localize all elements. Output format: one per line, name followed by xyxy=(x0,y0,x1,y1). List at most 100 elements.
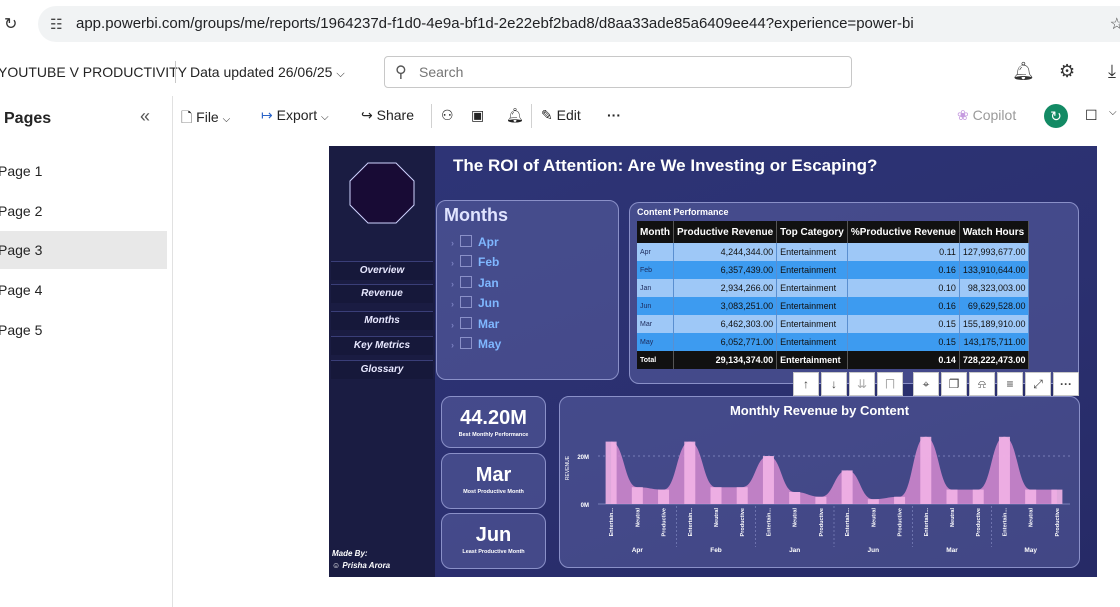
subscribe-bell-icon[interactable]: 🔔︎ xyxy=(506,107,524,124)
monthly-revenue-chart[interactable]: 0M 20M REVENUE Entertain... Neutral Productiv… xyxy=(560,397,1079,567)
nav-glossary-button[interactable]: Glossary xyxy=(331,360,433,379)
table-row[interactable]: Apr 4,244,344.00 Entertainment 0.11 127,993,… xyxy=(637,243,1030,261)
slicer-item-mar[interactable]: › Mar xyxy=(451,317,499,331)
expand-hierarchy-icon[interactable]: ⨅ xyxy=(877,372,903,396)
column-header[interactable]: Top Category xyxy=(776,221,848,243)
column-header[interactable]: Watch Hours xyxy=(959,221,1030,243)
chevron-down-icon[interactable]: ⌵ xyxy=(1109,107,1117,118)
settings-gear-icon[interactable]: ⚙ xyxy=(1059,61,1075,82)
site-info-icon[interactable]: ☷ xyxy=(50,16,63,33)
download-icon[interactable]: ⤓ xyxy=(1108,61,1116,82)
nav-overview-button[interactable]: Overview xyxy=(331,261,433,280)
checkbox[interactable] xyxy=(460,276,472,288)
teams-chat-icon[interactable]: ▣ xyxy=(471,107,484,124)
slicer-item-may[interactable]: › May xyxy=(451,337,501,351)
page-item-1[interactable]: Page 1 xyxy=(0,152,167,190)
bookmark-star-icon[interactable]: ☆ xyxy=(1110,14,1120,34)
page-item-5[interactable]: Page 5 xyxy=(0,311,167,349)
more-options-icon[interactable]: ··· xyxy=(607,107,621,123)
page-item-4[interactable]: Page 4 xyxy=(0,271,167,309)
search-input[interactable] xyxy=(417,61,841,83)
revenue-bar[interactable] xyxy=(972,489,984,504)
binoculars-icon[interactable]: ⚇ xyxy=(441,107,454,124)
table-row[interactable]: May 6,052,771.00 Entertainment 0.15 143,175,… xyxy=(637,333,1030,351)
table-cell: Mar xyxy=(637,315,674,333)
column-header[interactable]: Month xyxy=(637,221,674,243)
table-cell: 0.10 xyxy=(847,279,960,297)
revenue-area[interactable] xyxy=(611,436,1057,504)
file-menu[interactable]: 🗋︎ File ⌵ xyxy=(181,107,230,131)
revenue-bar[interactable] xyxy=(684,441,696,504)
made-by-label: Made By: xyxy=(332,549,368,558)
checkbox[interactable] xyxy=(460,296,472,308)
revenue-bar[interactable] xyxy=(920,436,932,504)
checkbox[interactable] xyxy=(460,317,472,329)
slicer-item-jun[interactable]: › Jun xyxy=(451,296,499,310)
x-month-label: Jan xyxy=(789,547,800,554)
table-row[interactable]: Jan 2,934,266.00 Entertainment 0.10 98,323,0… xyxy=(637,279,1030,297)
months-slicer: Months › Apr › Feb › Jan › Jun › Mar › May xyxy=(436,200,619,380)
column-header[interactable]: Productive Revenue xyxy=(673,221,778,243)
pin-icon[interactable]: ⌖ xyxy=(913,372,939,396)
table-cell: Entertainment xyxy=(776,315,848,333)
table-row[interactable]: Feb 6,357,439.00 Entertainment 0.16 133,910,… xyxy=(637,261,1030,279)
revenue-bar[interactable] xyxy=(605,441,617,504)
reset-icon[interactable]: ↻ xyxy=(1044,104,1068,128)
url-text[interactable]: app.powerbi.com/groups/me/reports/196423… xyxy=(76,15,914,32)
revenue-bar[interactable] xyxy=(1025,489,1037,504)
page-item-2[interactable]: Page 2 xyxy=(0,192,167,230)
reload-icon[interactable]: ↻ xyxy=(4,14,17,34)
more-options-icon[interactable]: ··· xyxy=(1053,372,1079,396)
nav-revenue-button[interactable]: Revenue xyxy=(331,284,433,303)
url-field[interactable]: ☷ app.powerbi.com/groups/me/reports/1964… xyxy=(38,6,1120,42)
revenue-bar[interactable] xyxy=(867,499,879,504)
revenue-bar[interactable] xyxy=(658,489,670,504)
export-label: Export xyxy=(276,107,318,123)
next-level-icon[interactable]: ⇊ xyxy=(849,372,875,396)
checkbox[interactable] xyxy=(460,337,472,349)
slicer-item-feb[interactable]: › Feb xyxy=(451,255,499,269)
focus-mode-icon[interactable]: ⤢ xyxy=(1025,372,1051,396)
table-row[interactable]: Jun 3,083,251.00 Entertainment 0.16 69,629,5… xyxy=(637,297,1030,315)
bookmark-icon[interactable]: ☐ xyxy=(1085,107,1098,124)
drill-up-icon[interactable]: ↑ xyxy=(793,372,819,396)
edit-button[interactable]: ✎ Edit xyxy=(541,107,581,124)
checkbox[interactable] xyxy=(460,235,472,247)
copilot-button[interactable]: ❀ Copilot xyxy=(957,107,1016,124)
data-updated-dropdown[interactable]: Data updated 26/06/25 ⌵ xyxy=(190,64,345,81)
share-button[interactable]: ↪ Share xyxy=(361,107,414,124)
revenue-bar[interactable] xyxy=(894,496,906,504)
copy-icon[interactable]: ❐ xyxy=(941,372,967,396)
drill-down-icon[interactable]: ↓ xyxy=(821,372,847,396)
revenue-bar[interactable] xyxy=(998,436,1010,504)
revenue-bar[interactable] xyxy=(710,487,722,504)
revenue-bar[interactable] xyxy=(789,492,801,504)
table-cell: Jun xyxy=(637,297,674,315)
page-item-3[interactable]: Page 3 xyxy=(0,231,167,269)
revenue-bar[interactable] xyxy=(631,487,643,504)
content-performance-table[interactable]: Month Productive Revenue Top Category %P… xyxy=(637,221,1030,369)
report-name[interactable]: YOUTUBE V PRODUCTIVITY xyxy=(0,64,187,80)
nav-key-metrics-button[interactable]: Key Metrics xyxy=(331,336,433,355)
notification-bell-icon[interactable]: 🔔︎ xyxy=(1012,61,1035,82)
revenue-bar[interactable] xyxy=(1051,489,1063,504)
collapse-pane-icon[interactable]: « xyxy=(140,106,150,127)
alert-bell-icon[interactable]: ⍾ xyxy=(969,372,995,396)
revenue-bar[interactable] xyxy=(946,489,958,504)
revenue-bar[interactable] xyxy=(841,470,853,504)
revenue-bar[interactable] xyxy=(736,487,748,504)
export-menu[interactable]: ↦ Export ⌵ xyxy=(261,107,329,124)
toolbar-divider xyxy=(531,104,532,128)
column-header[interactable]: %Productive Revenue xyxy=(847,221,960,243)
filter-icon[interactable]: ≡ xyxy=(997,372,1023,396)
revenue-bar[interactable] xyxy=(815,496,827,504)
revenue-bar[interactable] xyxy=(762,456,774,504)
chevron-right-icon: › xyxy=(451,238,454,248)
nav-months-button[interactable]: Months xyxy=(331,311,433,330)
search-box[interactable]: ⚲ xyxy=(384,56,852,88)
table-total-cell: 29,134,374.00 xyxy=(673,351,778,369)
table-row[interactable]: Mar 6,462,303.00 Entertainment 0.15 155,189,… xyxy=(637,315,1030,333)
checkbox[interactable] xyxy=(460,255,472,267)
slicer-item-jan[interactable]: › Jan xyxy=(451,276,499,290)
slicer-item-apr[interactable]: › Apr xyxy=(451,235,499,249)
